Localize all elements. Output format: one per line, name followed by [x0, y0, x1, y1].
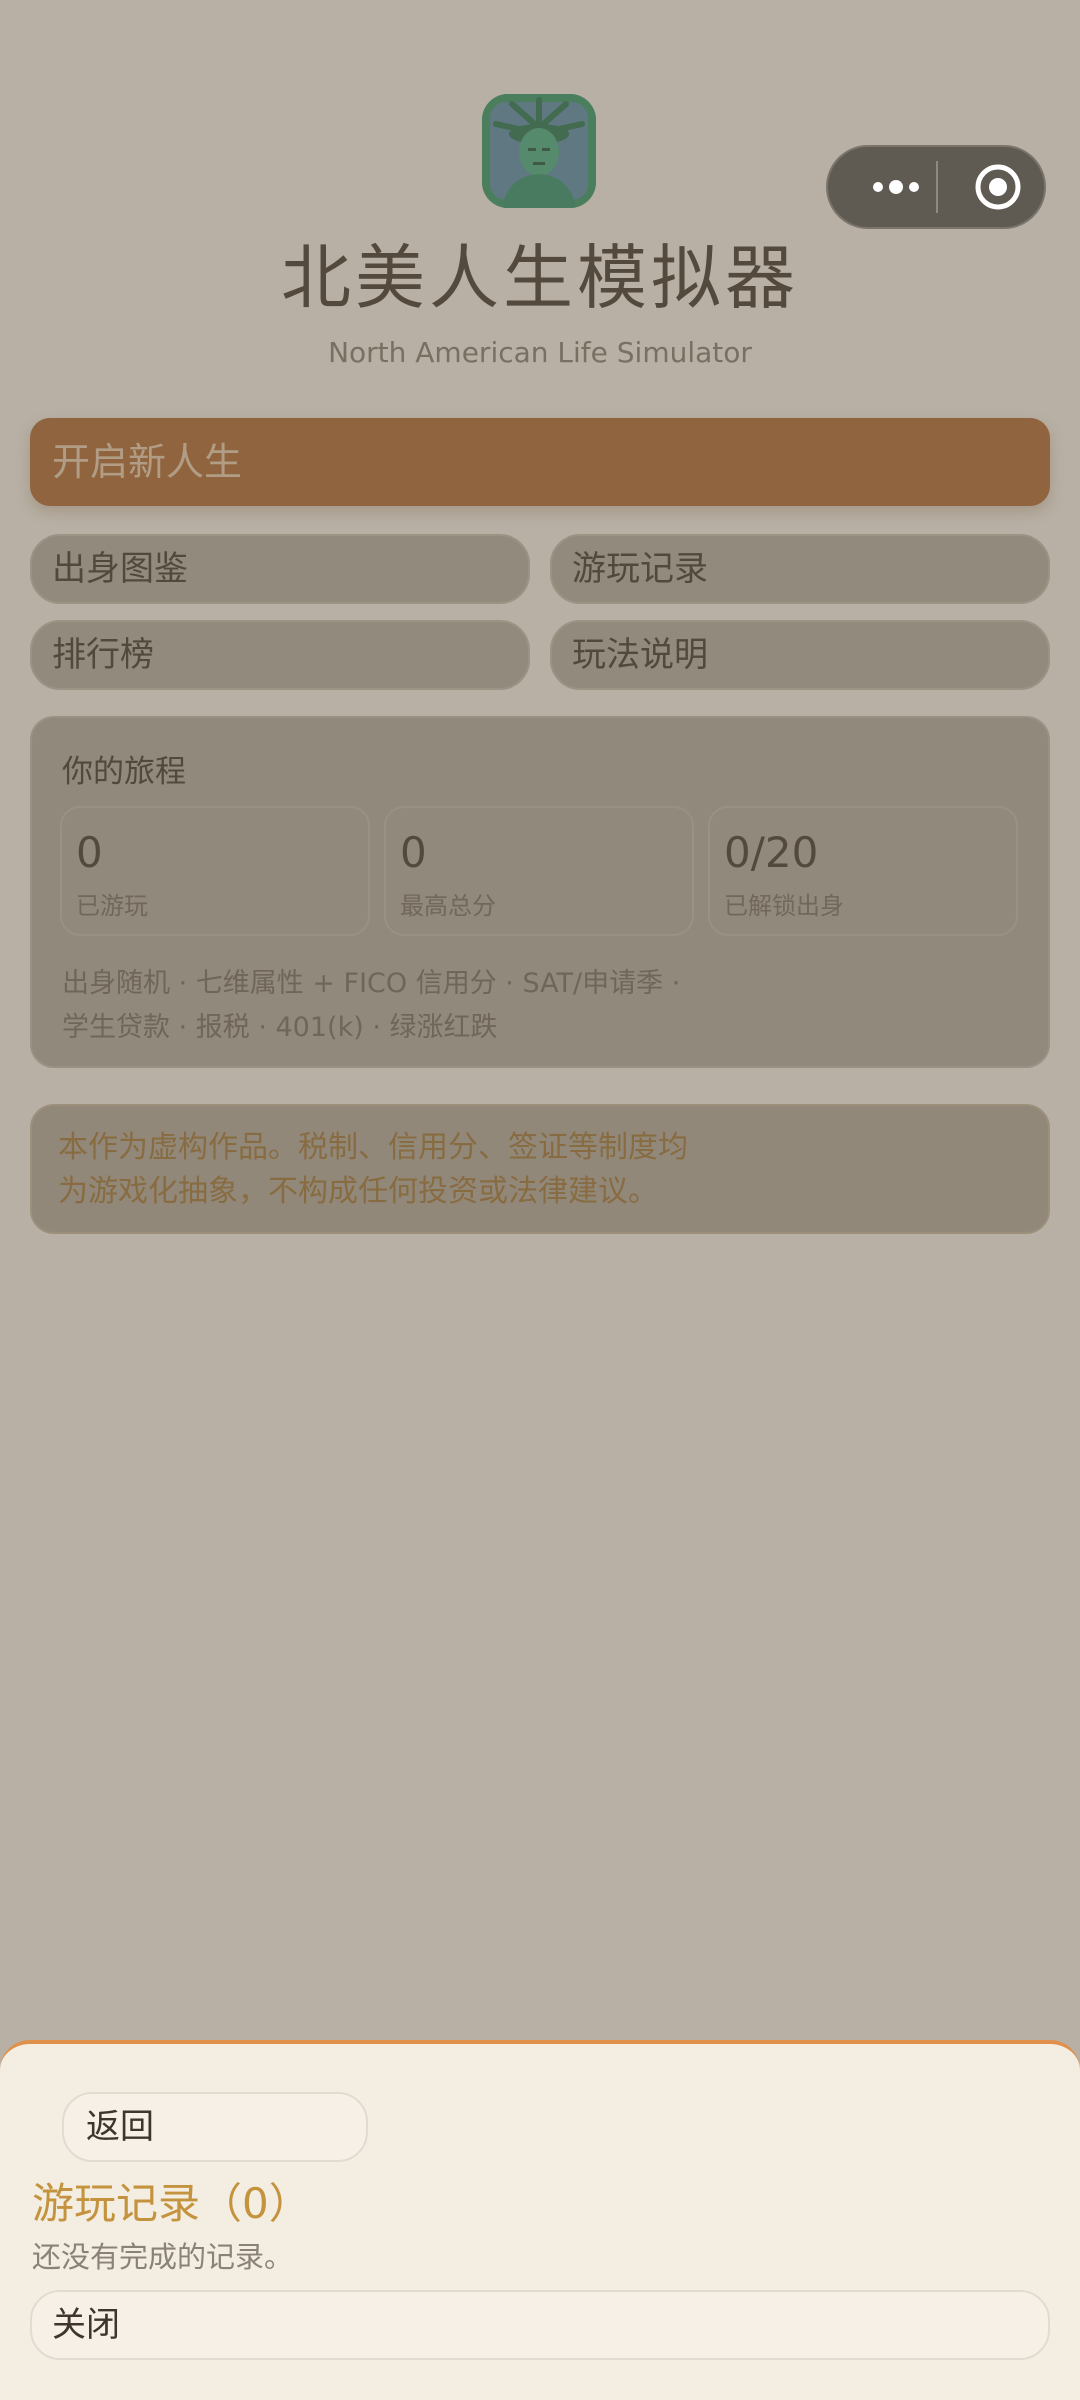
target-circle-icon[interactable] [972, 161, 1024, 213]
empty-records-text: 还没有完成的记录。 [32, 2240, 294, 2274]
more-dots-icon[interactable] [856, 147, 936, 227]
play-records-sheet: 返回 游玩记录（0） 还没有完成的记录。 关闭 [0, 2040, 1080, 2400]
sheet-title: 游玩记录（0） [32, 2179, 311, 2228]
capsule-divider [936, 161, 938, 213]
close-button[interactable]: 关闭 [30, 2290, 1050, 2360]
back-button[interactable]: 返回 [62, 2092, 368, 2162]
mini-program-capsule [826, 145, 1046, 229]
